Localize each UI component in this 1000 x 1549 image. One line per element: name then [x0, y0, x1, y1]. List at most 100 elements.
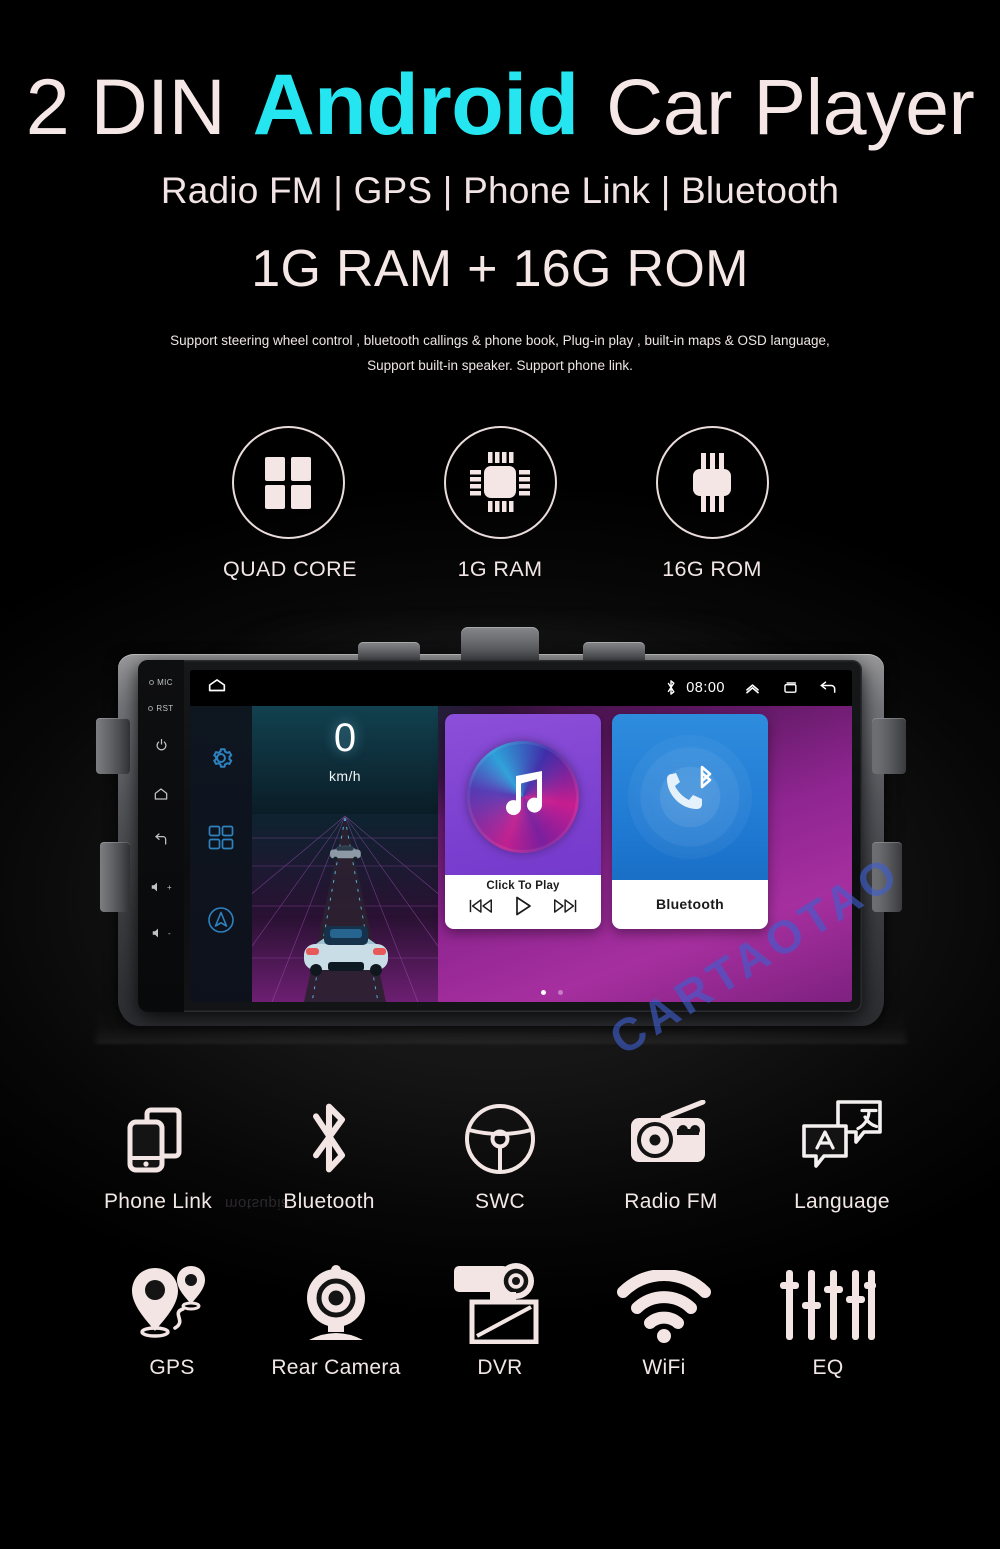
music-widget[interactable]: Click To Play	[445, 713, 601, 929]
launcher-nav-rail	[190, 705, 252, 1002]
volume-down-icon	[151, 926, 165, 942]
spec-circle-row: QUAD CORE 1G RAM 16G ROM	[0, 425, 1000, 582]
spec-circle-label: 1G RAM	[457, 556, 543, 581]
mount-tab-top-left	[358, 641, 420, 662]
statusbar-expand-icon[interactable]	[743, 678, 762, 697]
feature-label: Phone Link	[103, 1189, 213, 1213]
feature-label: Bluetooth	[283, 1189, 375, 1213]
statusbar-recents-icon[interactable]	[780, 678, 800, 698]
promo-page: 2 DIN Android Car Player Radio FM | GPS …	[0, 0, 1000, 1549]
android-status-bar: 08:00	[190, 669, 852, 706]
power-icon	[154, 738, 169, 755]
feature-radio-fm: Radio FM	[591, 1086, 751, 1214]
mount-ear-right-upper	[872, 717, 906, 774]
rom-chip-icon	[675, 445, 749, 519]
language-icon	[762, 1086, 922, 1178]
feature-label: Rear Camera	[271, 1355, 401, 1379]
feature-label: SWC	[475, 1189, 525, 1213]
home-icon	[153, 786, 169, 804]
volume-down-label: -	[167, 929, 172, 939]
memory-spec: 1G RAM + 16G ROM	[251, 239, 749, 298]
ram-circle	[443, 425, 557, 539]
bluetooth-icon	[249, 1086, 409, 1178]
navigation-arrow-icon[interactable]	[205, 904, 237, 941]
device-bezel: MIC RST + - 08:00 0 km/h Click To Play B…	[138, 659, 862, 1012]
volume-up-label: +	[166, 883, 173, 893]
mount-ear-left-upper	[96, 717, 130, 774]
album-disc	[467, 740, 579, 853]
volume-down-button[interactable]: -	[138, 926, 184, 942]
reset-button[interactable]: RST	[138, 704, 184, 713]
spec-circle-label: QUAD CORE	[223, 556, 357, 581]
subtitle: Radio FM | GPS | Phone Link | Bluetooth	[160, 169, 840, 211]
feature-row-2: GPS Rear Camera DVR WiFi EQ	[78, 1252, 922, 1380]
hardware-home-button[interactable]	[138, 786, 184, 804]
feature-label: DVR	[477, 1355, 523, 1379]
gear-icon[interactable]	[207, 744, 235, 777]
music-note-icon	[494, 765, 552, 828]
feature-wifi: WiFi	[584, 1252, 744, 1380]
speed-value: 0	[333, 715, 357, 760]
equalizer-icon	[748, 1252, 908, 1344]
spec-circle-rom: 16G ROM	[647, 425, 777, 582]
feature-label: WiFi	[642, 1355, 686, 1379]
statusbar-bluetooth-icon	[665, 679, 677, 696]
back-icon	[153, 832, 169, 850]
bluetooth-widget-art	[612, 714, 768, 880]
mount-tab-top-center	[461, 626, 539, 661]
steering-wheel-icon	[420, 1086, 580, 1178]
mount-ear-right-lower	[872, 841, 902, 912]
apps-grid-icon[interactable]	[206, 823, 236, 858]
feature-gps: GPS	[92, 1252, 252, 1380]
bluetooth-phone-icon	[659, 763, 721, 830]
feature-label: Radio FM	[624, 1189, 718, 1213]
statusbar-home-icon[interactable]	[206, 674, 228, 701]
touchscreen[interactable]: 08:00 0 km/h Click To Play Bluetooth	[190, 669, 852, 1002]
ram-chip-icon	[463, 445, 537, 519]
device-reflection	[96, 989, 906, 1044]
mount-tab-top-right	[583, 641, 645, 662]
spec-circle-label: 16G ROM	[662, 556, 762, 581]
quad-core-icon	[255, 449, 321, 515]
feature-row-1: Phone Link Bluetooth SWC Radio FM Langua…	[78, 1086, 922, 1214]
phone-link-icon	[78, 1086, 238, 1178]
speed-unit: km/h	[329, 767, 361, 784]
bluetooth-widget[interactable]: Bluetooth	[612, 713, 768, 929]
music-widget-title: Click To Play	[486, 879, 560, 892]
description: Support steering wheel control , bluetoo…	[0, 329, 1000, 379]
title-prefix: 2 DIN	[25, 62, 226, 151]
feature-rear-camera: Rear Camera	[256, 1252, 416, 1380]
mic-label: MIC	[157, 677, 173, 687]
feature-bluetooth: Bluetooth	[249, 1086, 409, 1214]
reset-led-icon	[148, 705, 154, 711]
hardware-button-strip: MIC RST + -	[138, 659, 184, 1012]
rom-circle	[655, 425, 769, 539]
music-widget-footer: Click To Play	[445, 874, 601, 929]
play-icon[interactable]	[512, 895, 534, 922]
volume-up-button[interactable]: +	[138, 880, 184, 896]
next-track-icon[interactable]	[553, 896, 579, 921]
bluetooth-widget-title: Bluetooth	[655, 895, 725, 912]
feature-phone-link: Phone Link	[78, 1086, 238, 1214]
statusbar-back-icon[interactable]	[818, 678, 838, 698]
speedometer-widget[interactable]: 0 km/h	[252, 705, 438, 1002]
feature-language: Language	[762, 1086, 922, 1214]
music-transport-controls	[445, 892, 601, 922]
music-widget-art	[445, 714, 601, 880]
feature-label: GPS	[149, 1355, 195, 1379]
description-line-2: Support built-in speaker. Support phone …	[367, 357, 633, 373]
feature-grid: Phone Link Bluetooth SWC Radio FM Langua…	[0, 1086, 1000, 1380]
bluetooth-widget-footer: Bluetooth	[612, 879, 768, 929]
spec-circle-quad-core: QUAD CORE	[223, 425, 357, 582]
quad-core-circle	[231, 425, 345, 539]
mic-indicator: MIC	[138, 678, 184, 687]
power-button[interactable]	[138, 738, 184, 755]
feature-eq: EQ	[748, 1252, 908, 1380]
gps-pin-icon	[92, 1252, 252, 1344]
feature-dvr: DVR	[420, 1252, 580, 1380]
feature-swc: SWC	[420, 1086, 580, 1214]
hardware-back-button[interactable]	[138, 832, 184, 850]
rear-camera-icon	[256, 1252, 416, 1344]
previous-track-icon[interactable]	[467, 896, 493, 921]
title-suffix: Car Player	[606, 62, 975, 151]
